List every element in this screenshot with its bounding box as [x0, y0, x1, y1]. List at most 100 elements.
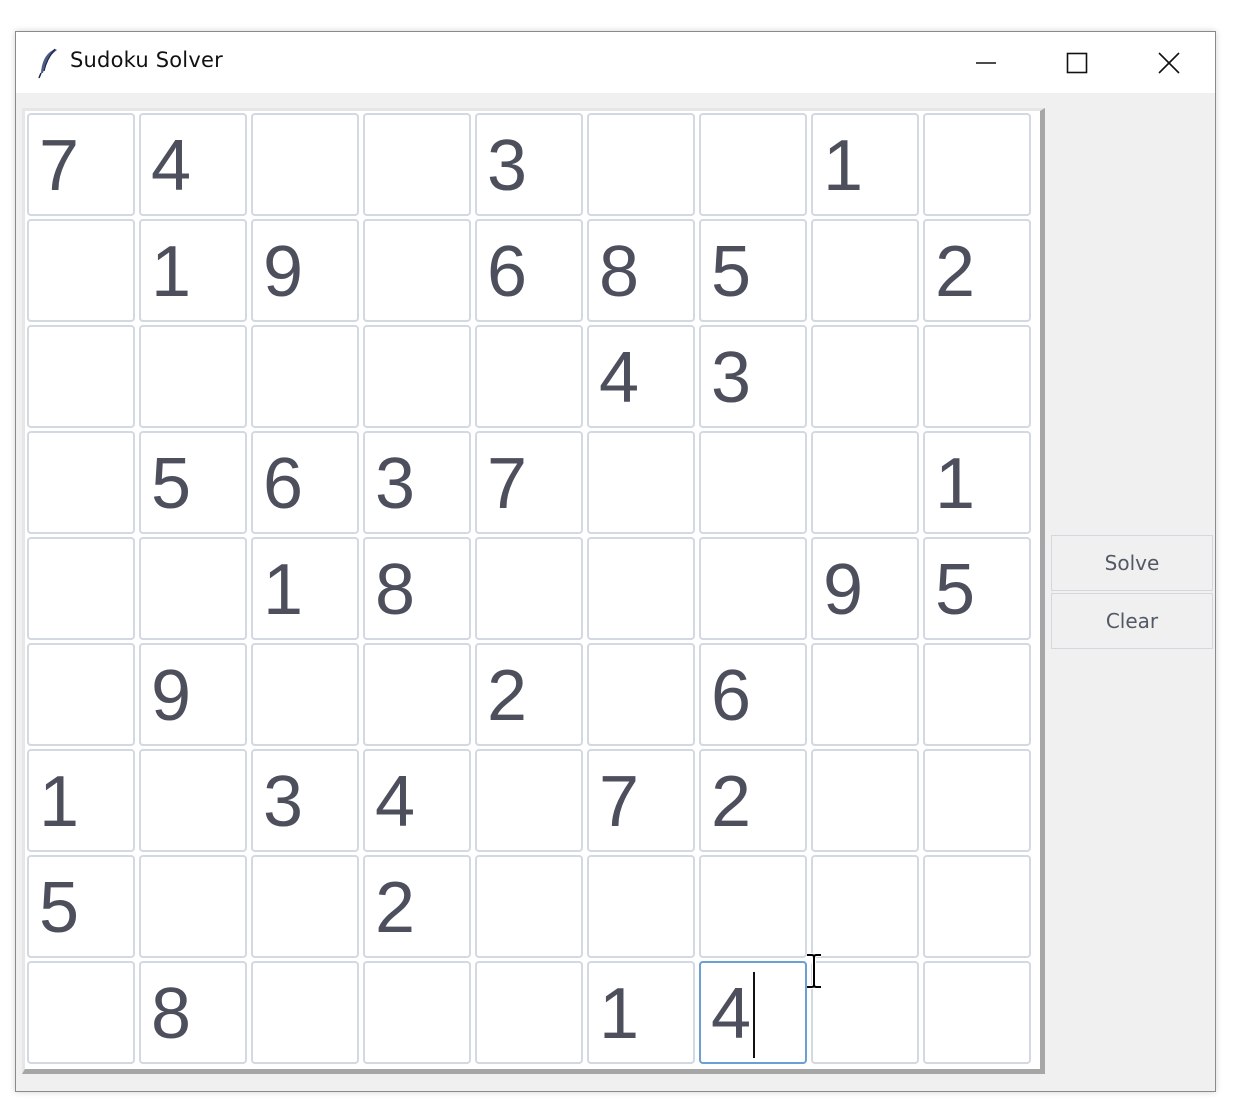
sudoku-cell[interactable]: 2: [363, 855, 471, 958]
sudoku-cell[interactable]: [923, 643, 1031, 746]
cell-value: 4: [375, 762, 416, 842]
sudoku-cell[interactable]: [139, 325, 247, 428]
sudoku-cell[interactable]: 3: [363, 431, 471, 534]
sudoku-cell[interactable]: [923, 855, 1031, 958]
cell-value: 8: [375, 550, 416, 630]
sudoku-cell[interactable]: 9: [139, 643, 247, 746]
sudoku-cell[interactable]: [587, 855, 695, 958]
sudoku-cell[interactable]: 6: [699, 643, 807, 746]
sudoku-cell[interactable]: [363, 961, 471, 1064]
title-bar[interactable]: Sudoku Solver: [16, 32, 1215, 93]
cell-value: 3: [263, 762, 304, 842]
sudoku-cell[interactable]: [27, 537, 135, 640]
sudoku-cell[interactable]: 7: [587, 749, 695, 852]
sudoku-cell[interactable]: [923, 325, 1031, 428]
sudoku-cell[interactable]: 8: [363, 537, 471, 640]
sudoku-cell[interactable]: 5: [699, 219, 807, 322]
minimize-button[interactable]: [940, 32, 1032, 93]
sudoku-window: Sudoku Solver 74311968524356371189592613…: [15, 31, 1216, 1092]
sudoku-cell[interactable]: [475, 961, 583, 1064]
cell-value: 5: [935, 550, 976, 630]
sudoku-cell[interactable]: [923, 961, 1031, 1064]
sudoku-cell[interactable]: [811, 431, 919, 534]
sudoku-cell[interactable]: 5: [923, 537, 1031, 640]
sudoku-cell[interactable]: 9: [251, 219, 359, 322]
sudoku-cell[interactable]: [27, 643, 135, 746]
sudoku-cell[interactable]: [251, 961, 359, 1064]
sudoku-cell[interactable]: [587, 113, 695, 216]
sudoku-cell[interactable]: [811, 325, 919, 428]
sudoku-cell[interactable]: 1: [811, 113, 919, 216]
sudoku-cell[interactable]: 3: [251, 749, 359, 852]
sudoku-cell[interactable]: 1: [587, 961, 695, 1064]
cell-value: 1: [599, 974, 640, 1054]
sudoku-cell[interactable]: [251, 855, 359, 958]
sudoku-cell[interactable]: [139, 749, 247, 852]
sudoku-cell[interactable]: [811, 961, 919, 1064]
cell-value: 2: [375, 868, 416, 948]
text-caret: [753, 971, 756, 1058]
maximize-button[interactable]: [1031, 32, 1123, 93]
sudoku-cell[interactable]: 5: [27, 855, 135, 958]
sudoku-cell[interactable]: [27, 325, 135, 428]
sudoku-cell[interactable]: [699, 113, 807, 216]
sudoku-cell[interactable]: 9: [811, 537, 919, 640]
sudoku-cell[interactable]: 1: [139, 219, 247, 322]
sudoku-cell[interactable]: [363, 113, 471, 216]
sudoku-cell[interactable]: [811, 643, 919, 746]
sudoku-cell[interactable]: [699, 431, 807, 534]
sudoku-cell[interactable]: 4: [587, 325, 695, 428]
sudoku-cell[interactable]: 7: [475, 431, 583, 534]
sudoku-cell[interactable]: [251, 325, 359, 428]
solve-button[interactable]: Solve: [1051, 535, 1213, 591]
sudoku-cell[interactable]: 6: [475, 219, 583, 322]
sudoku-cell[interactable]: 2: [923, 219, 1031, 322]
sudoku-cell[interactable]: 4: [363, 749, 471, 852]
cell-value: 1: [823, 126, 864, 206]
sudoku-cell[interactable]: [587, 643, 695, 746]
sudoku-cell[interactable]: 8: [139, 961, 247, 1064]
sudoku-cell[interactable]: [251, 113, 359, 216]
sudoku-cell[interactable]: [699, 537, 807, 640]
sudoku-cell[interactable]: 2: [699, 749, 807, 852]
sudoku-cell[interactable]: 8: [587, 219, 695, 322]
clear-button[interactable]: Clear: [1051, 593, 1213, 649]
sudoku-cell[interactable]: [27, 961, 135, 1064]
sudoku-cell[interactable]: [363, 219, 471, 322]
sudoku-cell[interactable]: [699, 855, 807, 958]
sudoku-cell[interactable]: [587, 537, 695, 640]
sudoku-cell[interactable]: [475, 749, 583, 852]
cell-value: 5: [39, 868, 80, 948]
sudoku-cell[interactable]: [587, 431, 695, 534]
sudoku-cell[interactable]: [139, 537, 247, 640]
sudoku-cell[interactable]: [363, 643, 471, 746]
sudoku-cell[interactable]: 4: [139, 113, 247, 216]
sudoku-cell[interactable]: 1: [27, 749, 135, 852]
sudoku-cell[interactable]: 3: [699, 325, 807, 428]
sudoku-cell[interactable]: [475, 537, 583, 640]
sudoku-cell[interactable]: [27, 431, 135, 534]
sudoku-cell[interactable]: 1: [251, 537, 359, 640]
sudoku-cell[interactable]: [923, 113, 1031, 216]
sudoku-cell[interactable]: [475, 325, 583, 428]
sudoku-cell[interactable]: 1: [923, 431, 1031, 534]
sudoku-cell[interactable]: 2: [475, 643, 583, 746]
sudoku-cell[interactable]: [27, 219, 135, 322]
sudoku-cell[interactable]: 7: [27, 113, 135, 216]
sudoku-cell[interactable]: [475, 855, 583, 958]
cell-value: 3: [487, 126, 528, 206]
sudoku-cell[interactable]: [811, 749, 919, 852]
sudoku-cell[interactable]: [251, 643, 359, 746]
sudoku-cell[interactable]: [923, 749, 1031, 852]
sudoku-cell[interactable]: [811, 219, 919, 322]
feather-icon: [38, 48, 57, 79]
sudoku-cell[interactable]: 6: [251, 431, 359, 534]
sudoku-cell[interactable]: 4: [699, 961, 807, 1064]
sudoku-cell[interactable]: 5: [139, 431, 247, 534]
sudoku-cell[interactable]: [363, 325, 471, 428]
sudoku-cell[interactable]: [811, 855, 919, 958]
window-title: Sudoku Solver: [70, 48, 223, 72]
close-button[interactable]: [1123, 32, 1215, 93]
sudoku-cell[interactable]: [139, 855, 247, 958]
sudoku-cell[interactable]: 3: [475, 113, 583, 216]
